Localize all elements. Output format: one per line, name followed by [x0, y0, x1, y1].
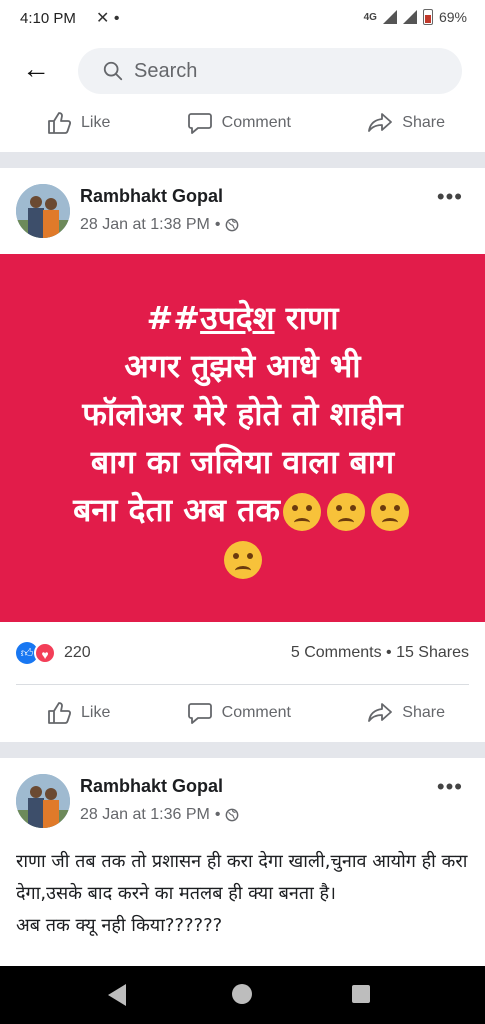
share-icon: [368, 703, 393, 722]
network-label: 4G: [363, 11, 377, 23]
angry-face-icon: [326, 493, 365, 531]
thumbs-up-icon: [48, 112, 72, 134]
angry-face-icon: [223, 541, 262, 579]
comment-label: Comment: [221, 704, 291, 721]
post-text-paragraph-2: अब तक क्यू नही किया??????: [16, 915, 223, 936]
like-label: Like: [81, 114, 111, 131]
like-button[interactable]: Like: [45, 109, 110, 137]
search-icon: [103, 61, 123, 81]
share-label: Share: [402, 114, 445, 131]
comment-label: Comment: [221, 114, 291, 131]
reaction-count: 220: [64, 644, 91, 661]
action-bar-post-1: Like Comment Share: [0, 690, 485, 736]
comment-icon: [187, 113, 212, 134]
post-author[interactable]: Rambhakt Gopal: [80, 186, 223, 207]
feed-separator: [0, 742, 485, 758]
back-arrow-icon[interactable]: ←: [22, 54, 52, 84]
post-meta: 28 Jan at 1:36 PM •: [80, 806, 239, 824]
globe-icon: [226, 218, 239, 232]
status-bar: 4:10 PM ✕ • 4G 69%: [0, 0, 485, 36]
share-button[interactable]: Share: [366, 699, 445, 727]
signal-icon-2: [402, 10, 417, 24]
more-options-icon[interactable]: •••: [437, 774, 463, 800]
image-text-line-5: बना देता अब तक: [28, 486, 458, 534]
like-button[interactable]: Like: [45, 699, 110, 727]
nav-home-icon[interactable]: [232, 984, 252, 1004]
hashtag[interactable]: उपदेश: [200, 299, 274, 337]
share-button[interactable]: Share: [366, 109, 445, 137]
comment-icon: [187, 703, 212, 724]
avatar[interactable]: [16, 774, 70, 828]
reactions-summary[interactable]: 👍︎ ♥ 220: [16, 642, 91, 664]
line1-rest: राणा: [274, 299, 339, 337]
share-label: Share: [402, 704, 445, 721]
more-options-icon[interactable]: •••: [437, 184, 463, 210]
line5-text: बना देता अब तक: [73, 491, 280, 529]
post-image-card[interactable]: ##उपदेश राणा अगर तुझसे आधे भी फॉलोअर मेर…: [0, 254, 485, 622]
comment-button[interactable]: Comment: [186, 699, 291, 727]
post-body-text: राणा जी तब तक तो प्रशासन ही करा देगा खाल…: [16, 846, 471, 942]
battery-icon: [422, 9, 433, 25]
image-text-line-4: बाग का जलिया वाला बाग: [90, 443, 395, 481]
status-time: 4:10 PM: [20, 10, 76, 27]
image-text-line-6: [28, 534, 458, 582]
status-right: 4G 69%: [364, 9, 467, 25]
like-label: Like: [81, 704, 111, 721]
search-input[interactable]: Search: [78, 48, 462, 94]
search-placeholder: Search: [134, 60, 198, 82]
nav-back-icon[interactable]: [108, 984, 126, 1006]
avatar-photo: [16, 774, 70, 828]
post-stats: 👍︎ ♥ 220 5 Comments • 15 Shares: [0, 632, 485, 674]
post-timestamp[interactable]: 28 Jan at 1:38 PM: [80, 216, 210, 234]
thumbs-up-icon: [48, 702, 72, 724]
image-text-line-2: अगर तुझसे आधे भी: [124, 347, 361, 385]
angry-face-icon: [282, 493, 321, 531]
meta-separator: •: [214, 806, 221, 823]
comments-shares-count[interactable]: 5 Comments • 15 Shares: [291, 644, 469, 662]
angry-face-icon: [370, 493, 409, 531]
feed-separator: [0, 152, 485, 168]
share-icon: [368, 113, 393, 132]
stats-divider: [16, 684, 469, 685]
love-reaction-icon: ♥: [34, 642, 56, 664]
post-author[interactable]: Rambhakt Gopal: [80, 776, 223, 797]
meta-separator: •: [214, 216, 221, 233]
image-text-line-1: ##उपदेश राणा: [28, 294, 458, 342]
globe-icon: [226, 808, 239, 822]
post-meta: 28 Jan at 1:38 PM •: [80, 216, 239, 234]
post-timestamp[interactable]: 28 Jan at 1:36 PM: [80, 806, 210, 824]
notification-icons: ✕ •: [96, 10, 120, 27]
search-header: ← Search: [0, 36, 485, 106]
action-bar-previous: Like Comment Share: [0, 100, 485, 146]
avatar-photo: [16, 184, 70, 238]
post-text-paragraph-1: राणा जी तब तक तो प्रशासन ही करा देगा खाल…: [16, 851, 468, 904]
hash-prefix: ##: [146, 299, 201, 337]
avatar[interactable]: [16, 184, 70, 238]
battery-percent: 69%: [438, 9, 467, 25]
post-image-text: ##उपदेश राणा अगर तुझसे आधे भी फॉलोअर मेर…: [28, 294, 458, 582]
post-header: Rambhakt Gopal 28 Jan at 1:38 PM • •••: [0, 168, 485, 254]
system-nav-bar: [0, 966, 485, 1024]
image-text-line-3: फॉलोअर मेरे होते तो शाहीन: [82, 395, 403, 433]
signal-icon: [382, 10, 397, 24]
post-header: Rambhakt Gopal 28 Jan at 1:36 PM • •••: [0, 758, 485, 844]
nav-recents-icon[interactable]: [352, 985, 370, 1003]
comment-button[interactable]: Comment: [186, 109, 291, 137]
